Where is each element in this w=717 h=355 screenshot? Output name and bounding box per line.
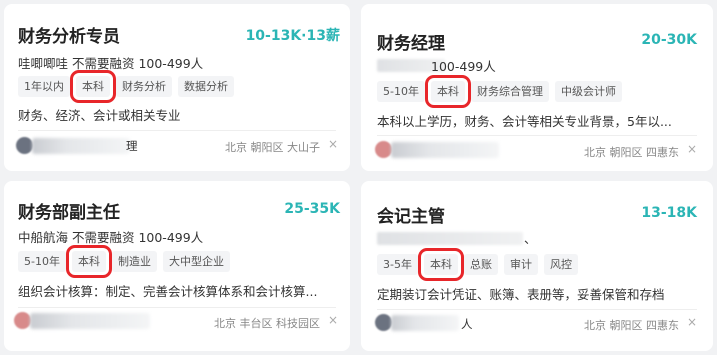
recruiter-name: 理 <box>126 139 138 153</box>
job-salary: 20-30K <box>641 32 697 48</box>
tag-skill: 风控 <box>543 254 578 275</box>
recruiter-avatar <box>375 314 392 331</box>
job-card[interactable]: 财务部副主任 25-35K 中船航海 不需要融资 100-499人 5-10年 … <box>4 181 350 351</box>
divider <box>377 309 697 310</box>
job-location: 北京 朝阳区 大山子 <box>225 141 320 154</box>
job-title: 财务分析专员 <box>18 27 120 47</box>
recruiter-blurred <box>30 313 150 329</box>
job-location: 北京 朝阳区 四惠东 <box>584 319 679 332</box>
recruiter-blurred <box>391 315 459 331</box>
tag-list: 1年以内 本科 财务分析 数据分析 <box>18 70 234 103</box>
recruiter-blurred <box>391 142 499 158</box>
job-location: 北京 朝阳区 四惠东 <box>584 146 679 159</box>
tag-skill: 财务分析 <box>116 76 172 97</box>
tag-company-size: 大中型企业 <box>162 251 230 272</box>
tag-degree-highlighted: 本科 <box>424 75 471 108</box>
job-description: 组织会计核算：制定、完善会计核算体系和会计核算... <box>18 284 318 299</box>
job-card[interactable]: 财务经理 20-30K 100-499人 5-10年 本科 财务综合管理 中级会… <box>361 4 713 171</box>
job-description: 定期装订会计凭证、账簿、表册等，妥善保管和存档 <box>377 287 665 302</box>
job-description: 财务、经济、会计或相关专业 <box>18 108 181 123</box>
job-description: 本科以上学历，财务、会计等相关专业背景，5年以... <box>377 114 672 129</box>
job-salary: 10-13K·13薪 <box>245 28 340 44</box>
tag-skill: 中级会计师 <box>554 81 622 102</box>
company-info: 、 <box>524 231 537 246</box>
recruiter-avatar <box>375 141 392 158</box>
tag-experience: 5-10年 <box>377 81 425 102</box>
tag-skill: 财务综合管理 <box>470 81 549 102</box>
close-icon[interactable]: × <box>328 314 338 326</box>
tag-degree-highlighted: 本科 <box>417 248 464 281</box>
job-title: 会记主管 <box>377 207 445 227</box>
recruiter-avatar <box>16 137 33 154</box>
tag-list: 3-5年 本科 总账 审计 风控 <box>377 248 578 281</box>
recruiter-blurred <box>32 138 130 154</box>
close-icon[interactable]: × <box>687 143 697 155</box>
tag-experience: 5-10年 <box>18 251 66 272</box>
tag-skill: 审计 <box>503 254 538 275</box>
tag-skill: 总账 <box>463 254 498 275</box>
job-salary: 13-18K <box>641 205 697 221</box>
divider <box>18 130 336 131</box>
recruiter-name: 人 <box>461 317 473 331</box>
tag-degree-highlighted: 本科 <box>70 70 116 103</box>
divider <box>377 135 697 136</box>
job-location: 北京 丰台区 科技园区 <box>214 317 320 330</box>
company-name-blurred <box>377 232 523 245</box>
job-title: 财务部副主任 <box>18 203 120 223</box>
close-icon[interactable]: × <box>687 316 697 328</box>
divider <box>18 307 336 308</box>
job-salary: 25-35K <box>284 201 340 217</box>
company-info: 中船航海 不需要融资 100-499人 <box>18 230 204 245</box>
tag-experience: 1年以内 <box>18 76 70 97</box>
job-card[interactable]: 会记主管 13-18K 、 3-5年 本科 总账 审计 风控 定期装订会计凭证、… <box>361 181 713 351</box>
tag-list: 5-10年 本科 制造业 大中型企业 <box>18 245 230 278</box>
tag-degree-highlighted: 本科 <box>65 245 112 278</box>
recruiter-avatar <box>14 312 31 329</box>
company-info: 哇唧唧哇 不需要融资 100-499人 <box>18 56 204 71</box>
tag-list: 5-10年 本科 财务综合管理 中级会计师 <box>377 75 622 108</box>
close-icon[interactable]: × <box>328 138 338 150</box>
tag-experience: 3-5年 <box>377 254 418 275</box>
tag-skill: 数据分析 <box>178 76 234 97</box>
tag-industry: 制造业 <box>111 251 157 272</box>
job-title: 财务经理 <box>377 34 445 54</box>
job-card[interactable]: 财务分析专员 10-13K·13薪 哇唧唧哇 不需要融资 100-499人 1年… <box>4 4 350 171</box>
company-info: 100-499人 <box>431 59 496 74</box>
